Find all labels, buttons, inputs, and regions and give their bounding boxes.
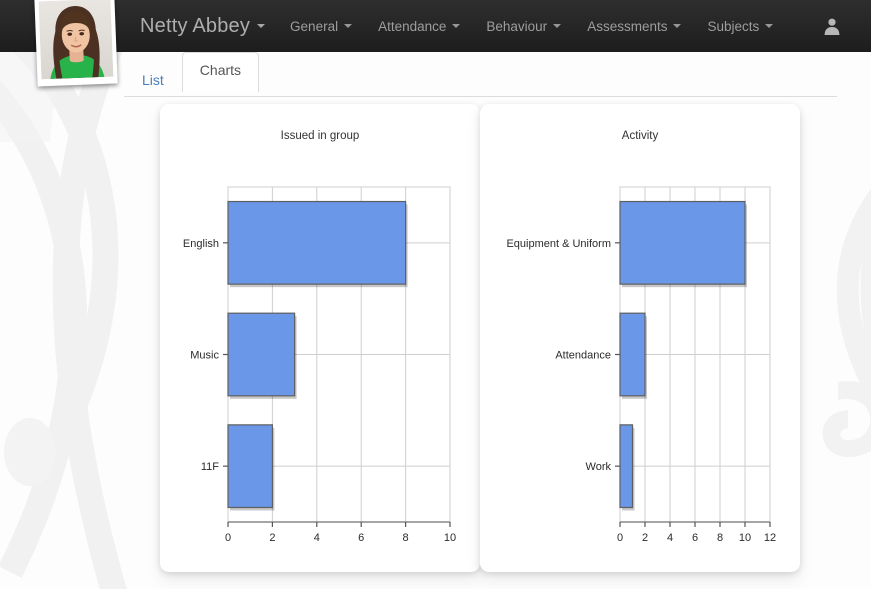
x-tick-label: 6 — [358, 532, 364, 544]
charts-content: Issued in group 0 2 4 6 8 10 English Music 11F A… — [0, 97, 871, 589]
chart-activity: 0 2 4 6 8 10 12 Equipment & Uniform Attendance Wo… — [480, 142, 800, 562]
x-tick-label: 10 — [444, 532, 456, 544]
student-photo — [38, 0, 114, 80]
y-category-label: English — [183, 238, 219, 250]
top-navbar: Netty Abbey General Attendance Behaviour… — [0, 0, 871, 52]
x-tick-label: 2 — [642, 532, 648, 544]
tab-bar-divider — [124, 96, 837, 97]
chart-panel-activity: Activity 0 2 4 6 8 10 12 Equipment & Uniform Att… — [480, 104, 800, 572]
chart-title: Activity — [621, 130, 659, 142]
nav-item-label: General — [290, 18, 339, 34]
tab-label: List — [142, 72, 164, 89]
x-tick-label: 6 — [692, 532, 698, 544]
x-tick-label: 12 — [764, 532, 776, 544]
x-tick-label: 0 — [617, 532, 623, 544]
chevron-down-icon — [553, 24, 562, 28]
nav-item-label: Subjects — [707, 18, 760, 34]
nav-item-general[interactable]: General — [277, 0, 365, 52]
user-menu-button[interactable] — [823, 0, 841, 52]
nav-item-label: Behaviour — [486, 18, 548, 34]
y-category-label: 11F — [201, 461, 219, 473]
chevron-down-icon — [452, 24, 461, 28]
y-category-label: Music — [190, 350, 219, 362]
x-tick-label: 2 — [269, 532, 275, 544]
tab-label: Charts — [199, 62, 242, 79]
x-tick-label: 8 — [717, 532, 723, 544]
chart-title: Issued in group — [280, 130, 360, 142]
tab-charts[interactable]: Charts — [181, 52, 260, 92]
nav-brand-label: Netty Abbey — [140, 14, 251, 37]
nav-brand-dropdown[interactable]: Netty Abbey — [128, 0, 277, 52]
x-tick-label: 4 — [667, 532, 673, 544]
chevron-down-icon — [765, 24, 774, 28]
y-category-label: Equipment & Uniform — [506, 238, 611, 250]
y-category-label: Work — [586, 461, 612, 473]
y-category-label: Attendance — [555, 350, 611, 362]
x-tick-label: 0 — [225, 532, 231, 544]
nav-item-attendance[interactable]: Attendance — [365, 0, 473, 52]
avatar[interactable] — [34, 0, 118, 87]
chevron-down-icon — [344, 24, 353, 28]
chart-issued-in-group: 0 2 4 6 8 10 English Music 11F — [160, 142, 480, 562]
nav-item-behaviour[interactable]: Behaviour — [473, 0, 574, 52]
x-tick-label: 8 — [403, 532, 409, 544]
tab-list[interactable]: List — [124, 62, 182, 97]
tab-bar: List Charts — [0, 52, 871, 97]
nav-item-label: Assessments — [587, 18, 668, 34]
nav-item-label: Attendance — [378, 18, 447, 34]
chevron-down-icon — [257, 24, 266, 28]
nav-item-assessments[interactable]: Assessments — [574, 0, 694, 52]
user-icon — [824, 18, 840, 35]
x-tick-label: 4 — [314, 532, 320, 544]
chart-panel-issued-in-group: Issued in group 0 2 4 6 8 10 English Music 11F — [160, 104, 480, 572]
nav-item-subjects[interactable]: Subjects — [694, 0, 786, 52]
chevron-down-icon — [673, 24, 682, 28]
x-tick-label: 10 — [739, 532, 751, 544]
